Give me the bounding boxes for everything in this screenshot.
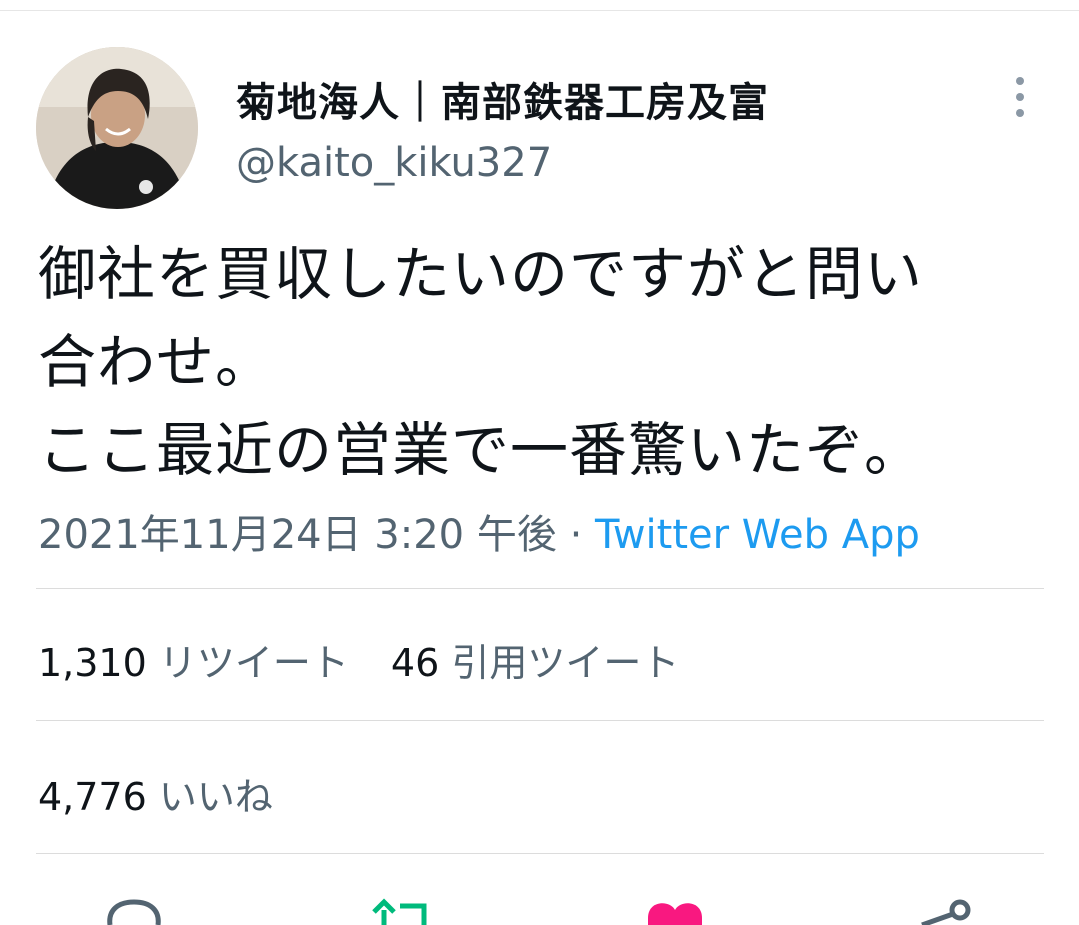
author-display-name[interactable]: 菊地海人｜南部鉄器工房及富	[236, 70, 769, 128]
retweet-icon[interactable]	[366, 896, 432, 925]
meta-separator: ·	[556, 512, 596, 558]
retweets-count: 1,310	[38, 641, 147, 685]
retweet-quote-stats: 1,310 リツイート 46 引用ツイート	[38, 632, 679, 687]
tweet-source-link[interactable]: Twitter Web App	[595, 512, 920, 558]
top-divider	[0, 10, 1079, 11]
avatar[interactable]	[36, 47, 198, 209]
more-options-icon[interactable]	[1008, 75, 1032, 119]
likes-count: 4,776	[38, 775, 147, 819]
like-icon[interactable]	[644, 896, 706, 925]
likes-label: いいね	[158, 775, 273, 819]
avatar-photo	[36, 47, 198, 209]
share-icon[interactable]	[914, 896, 974, 925]
tweet-meta: 2021年11月24日 3:20 午後 · Twitter Web App	[38, 502, 920, 560]
retweets-label: リツイート	[158, 641, 349, 685]
quotes-stat[interactable]: 46 引用ツイート	[391, 641, 679, 685]
divider	[36, 853, 1044, 854]
tweet-text: 御社を買収したいのですがと問い 合わせ。 ここ最近の営業で一番驚いたぞ。	[38, 240, 924, 484]
tweet-timestamp[interactable]: 2021年11月24日 3:20 午後	[38, 512, 557, 558]
retweets-stat[interactable]: 1,310 リツイート	[38, 641, 349, 685]
likes-stats[interactable]: 4,776 いいね	[38, 766, 273, 821]
quotes-count: 46	[390, 641, 440, 685]
reply-icon[interactable]	[104, 896, 164, 925]
divider	[36, 720, 1044, 721]
quotes-label: 引用ツイート	[451, 641, 680, 685]
author-handle[interactable]: @kaito_kiku327	[236, 140, 552, 186]
divider	[36, 588, 1044, 589]
